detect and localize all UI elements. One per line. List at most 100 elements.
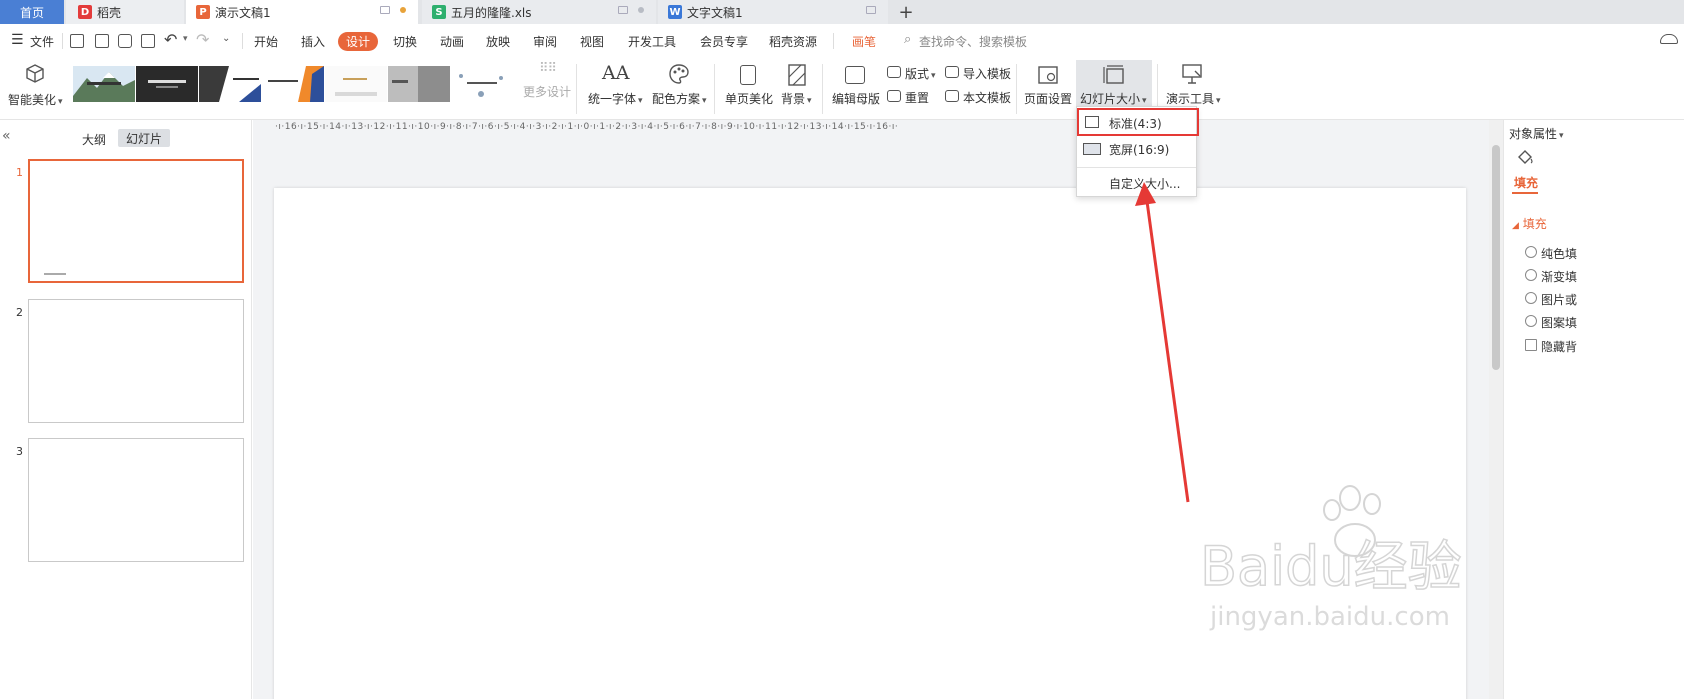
this-template-label: 本文模板	[963, 91, 1012, 105]
layout-button[interactable]: 版式	[885, 64, 937, 84]
more-design-button[interactable]: ⠿⠿ 更多设计	[521, 58, 571, 120]
color-scheme-label: 配色方案	[652, 90, 707, 107]
menu-animation[interactable]: 动画	[440, 33, 464, 50]
slide-thumbnail-3[interactable]	[28, 438, 244, 562]
writer-file-icon: W	[668, 5, 682, 19]
collapse-panel-icon[interactable]: «	[2, 128, 11, 144]
fill-section-header[interactable]: ◢ 填充	[1512, 215, 1547, 232]
slide-thumbnail-2[interactable]	[28, 299, 244, 423]
unify-font-button[interactable]: AA 统一字体	[586, 58, 644, 120]
color-scheme-button[interactable]: 配色方案	[650, 58, 708, 120]
design-template-6[interactable]	[388, 66, 450, 102]
undo-icon[interactable]: ↶	[164, 30, 177, 49]
divider	[62, 33, 63, 49]
smart-beautify-label: 智能美化	[8, 91, 63, 108]
tab-presentation-label: 演示文稿1	[215, 5, 271, 20]
tab-docer[interactable]: D 稻壳	[66, 0, 184, 24]
redo-icon[interactable]: ↷	[196, 30, 209, 49]
fill-section-label: 填充	[1522, 217, 1547, 231]
tab-home[interactable]: 首页	[0, 0, 64, 24]
design-template-4[interactable]	[262, 66, 324, 102]
menu-design[interactable]: 设计	[338, 32, 378, 51]
tab-outline[interactable]: 大纲	[82, 131, 106, 148]
import-icon	[945, 66, 959, 78]
this-template-button[interactable]: 本文模板	[943, 88, 1013, 108]
watermark-brand: Baidu经验	[1200, 535, 1462, 598]
menu-docer-resources[interactable]: 稻壳资源	[769, 33, 817, 50]
hamburger-icon[interactable]: ☰	[11, 33, 24, 47]
menu-bar: ☰ 文件 ↶ ▾ ↷ ⌄ 开始 插入 设计 切换 动画 放映 审阅 视图 开发工…	[0, 24, 1684, 58]
design-template-1[interactable]	[73, 66, 135, 102]
solid-fill-radio[interactable]	[1525, 246, 1537, 258]
design-template-5[interactable]	[325, 66, 387, 102]
gradient-fill-label: 渐变填	[1541, 270, 1578, 284]
document-tab-bar: 首页 D 稻壳 P 演示文稿1 S 五月的隆隆.xls W 文字文稿1 +	[0, 0, 1684, 24]
menu-insert[interactable]: 插入	[301, 33, 325, 50]
tab-presentation[interactable]: P 演示文稿1	[186, 0, 418, 24]
slide-number: 1	[16, 166, 23, 179]
divider	[714, 64, 715, 114]
presentation-tools-label: 演示工具	[1166, 90, 1221, 107]
template-preview-light	[325, 66, 387, 102]
export-icon[interactable]	[95, 34, 109, 48]
edit-master-button[interactable]: 编辑母版	[830, 58, 880, 120]
design-template-2[interactable]	[136, 66, 198, 102]
menu-developer[interactable]: 开发工具	[628, 33, 676, 50]
docer-icon: D	[78, 5, 92, 19]
unsaved-dot-icon	[400, 7, 406, 13]
menu-view[interactable]: 视图	[580, 33, 604, 50]
print-preview-icon[interactable]	[141, 34, 155, 48]
customize-toolbar-icon[interactable]: ⌄	[222, 33, 230, 44]
undo-dropdown-icon[interactable]: ▾	[183, 34, 188, 44]
search-icon: ⌕	[904, 32, 912, 47]
smart-beautify-button[interactable]: 智能美化	[8, 58, 64, 120]
properties-title[interactable]: 对象属性	[1509, 125, 1564, 142]
background-label: 背景	[781, 90, 812, 107]
solid-fill-label: 纯色填	[1541, 247, 1578, 261]
slide-thumbnail-1[interactable]	[28, 159, 244, 283]
monitor-icon[interactable]	[380, 6, 390, 14]
reset-label: 重置	[905, 91, 930, 105]
design-template-3[interactable]	[199, 66, 261, 102]
gradient-fill-radio[interactable]	[1525, 269, 1537, 281]
save-icon[interactable]	[70, 34, 84, 48]
widescreen-16-9-option[interactable]: 宽屏(16:9)	[1077, 137, 1196, 161]
background-button[interactable]: 背景	[778, 58, 818, 120]
monitor-icon[interactable]	[618, 6, 628, 14]
menu-file[interactable]: 文件	[30, 33, 54, 50]
template-preview-dark	[136, 66, 198, 102]
tab-document[interactable]: W 文字文稿1	[658, 0, 888, 24]
new-tab-button[interactable]: +	[896, 0, 916, 24]
layout-icon	[887, 66, 901, 78]
menu-home[interactable]: 开始	[254, 33, 278, 50]
menu-review[interactable]: 审阅	[533, 33, 557, 50]
hide-background-checkbox[interactable]	[1525, 339, 1537, 351]
picture-fill-radio[interactable]	[1525, 292, 1537, 304]
tab-slides[interactable]: 幻灯片	[118, 129, 170, 147]
highlight-box	[1077, 108, 1199, 136]
menu-pen[interactable]: 画笔	[852, 33, 876, 50]
background-icon	[788, 64, 806, 86]
tab-spreadsheet[interactable]: S 五月的隆隆.xls	[422, 0, 656, 24]
menu-slideshow[interactable]: 放映	[486, 33, 510, 50]
scrollbar-thumb[interactable]	[1492, 145, 1500, 370]
slide-size-button[interactable]: 幻灯片大小	[1076, 60, 1152, 108]
paint-bucket-icon	[1518, 150, 1533, 164]
single-page-beautify-button[interactable]: 单页美化	[724, 58, 774, 120]
edit-master-label: 编辑母版	[832, 92, 881, 106]
cloud-icon[interactable]	[1660, 34, 1678, 44]
monitor-icon[interactable]	[866, 6, 876, 14]
presentation-file-icon: P	[196, 5, 210, 19]
menu-transition[interactable]: 切换	[393, 33, 417, 50]
menu-member[interactable]: 会员专享	[700, 33, 748, 50]
print-icon[interactable]	[118, 34, 132, 48]
object-properties-panel: 对象属性 填充 ◢ 填充 纯色填 渐变填 图片或 图案填 隐藏背	[1503, 120, 1684, 699]
import-template-button[interactable]: 导入模板	[943, 64, 1013, 84]
command-search[interactable]: 查找命令、搜索模板	[919, 33, 1027, 50]
pattern-fill-radio[interactable]	[1525, 315, 1537, 327]
unify-font-label: 统一字体	[588, 90, 643, 107]
page-setup-button[interactable]: 页面设置	[1022, 58, 1074, 120]
tab-fill[interactable]: 填充	[1514, 174, 1538, 191]
design-template-7[interactable]	[451, 66, 513, 102]
reset-button[interactable]: 重置	[885, 88, 937, 108]
